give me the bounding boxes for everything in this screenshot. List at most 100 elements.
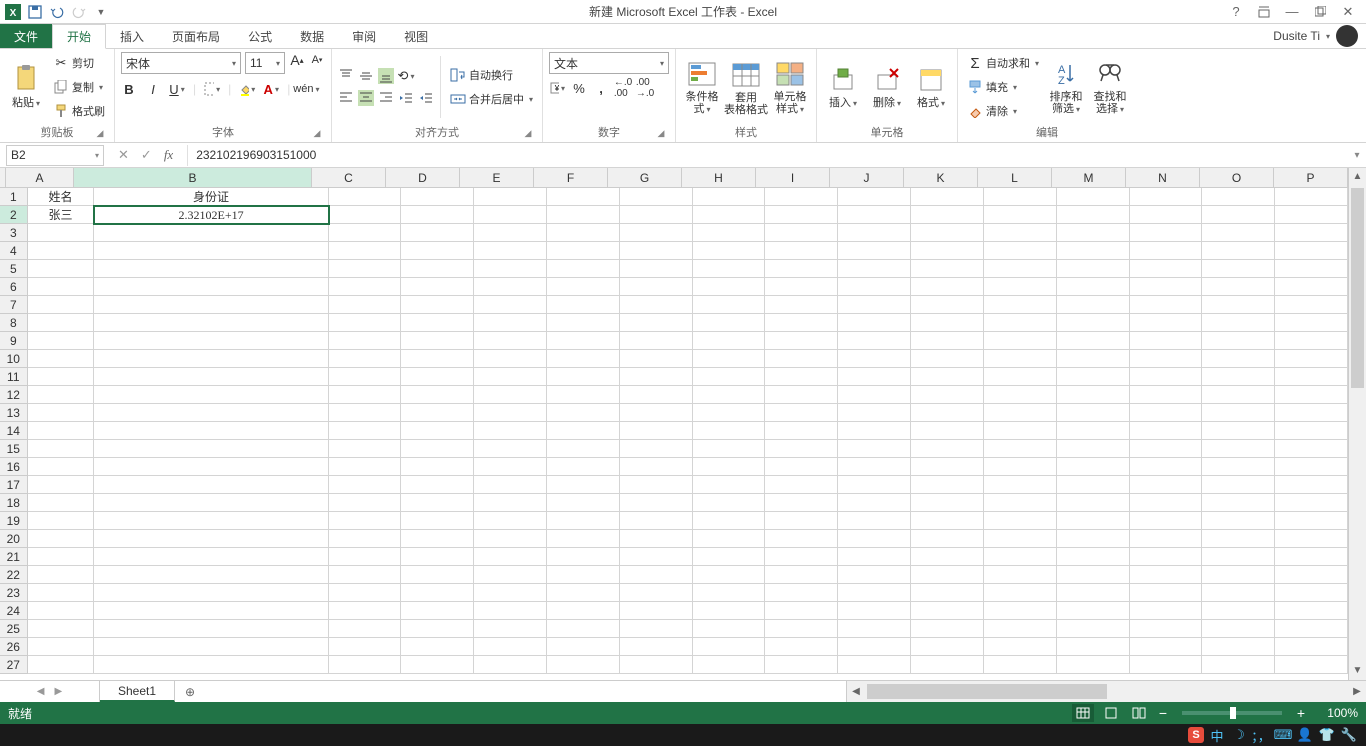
- cell-F16[interactable]: [547, 458, 620, 476]
- cell-C2[interactable]: [329, 206, 402, 224]
- cell-I16[interactable]: [765, 458, 838, 476]
- cell-I11[interactable]: [765, 368, 838, 386]
- cell-B23[interactable]: [94, 584, 328, 602]
- cell-K19[interactable]: [911, 512, 984, 530]
- cell-M14[interactable]: [1057, 422, 1130, 440]
- align-left-icon[interactable]: [338, 90, 354, 106]
- cell-N1[interactable]: [1130, 188, 1203, 206]
- col-header-O[interactable]: O: [1200, 168, 1274, 188]
- cell-M15[interactable]: [1057, 440, 1130, 458]
- row-header-26[interactable]: 26: [0, 638, 28, 656]
- cell-F24[interactable]: [547, 602, 620, 620]
- cell-N21[interactable]: [1130, 548, 1203, 566]
- col-header-A[interactable]: A: [6, 168, 74, 188]
- cell-M6[interactable]: [1057, 278, 1130, 296]
- cell-D18[interactable]: [401, 494, 474, 512]
- cell-B22[interactable]: [94, 566, 328, 584]
- cell-M8[interactable]: [1057, 314, 1130, 332]
- cell-C16[interactable]: [329, 458, 402, 476]
- cell-J11[interactable]: [838, 368, 911, 386]
- cell-E11[interactable]: [474, 368, 547, 386]
- cell-O4[interactable]: [1202, 242, 1275, 260]
- cell-F23[interactable]: [547, 584, 620, 602]
- cell-E23[interactable]: [474, 584, 547, 602]
- cell-H23[interactable]: [693, 584, 766, 602]
- cell-K13[interactable]: [911, 404, 984, 422]
- fill-button[interactable]: 填充▾: [964, 76, 1042, 98]
- cell-C27[interactable]: [329, 656, 402, 674]
- cell-G8[interactable]: [620, 314, 693, 332]
- cell-C26[interactable]: [329, 638, 402, 656]
- cell-G26[interactable]: [620, 638, 693, 656]
- cell-C8[interactable]: [329, 314, 402, 332]
- cell-B21[interactable]: [94, 548, 328, 566]
- cell-H25[interactable]: [693, 620, 766, 638]
- accounting-icon[interactable]: ¥▾: [549, 80, 565, 96]
- cell-A3[interactable]: [28, 224, 95, 242]
- cell-G23[interactable]: [620, 584, 693, 602]
- formula-expand-icon[interactable]: ▾: [1348, 150, 1366, 161]
- cell-O21[interactable]: [1202, 548, 1275, 566]
- percent-icon[interactable]: %: [571, 80, 587, 96]
- cell-L8[interactable]: [984, 314, 1057, 332]
- cell-O15[interactable]: [1202, 440, 1275, 458]
- sheet-next-icon[interactable]: ▶: [55, 686, 63, 697]
- fx-icon[interactable]: fx: [164, 147, 173, 163]
- cell-N20[interactable]: [1130, 530, 1203, 548]
- cell-N13[interactable]: [1130, 404, 1203, 422]
- cell-L15[interactable]: [984, 440, 1057, 458]
- cell-J12[interactable]: [838, 386, 911, 404]
- cell-H18[interactable]: [693, 494, 766, 512]
- formula-input[interactable]: 232102196903151000: [187, 145, 1348, 166]
- tray-moon-icon[interactable]: ☽: [1230, 726, 1248, 744]
- cell-L4[interactable]: [984, 242, 1057, 260]
- cell-A9[interactable]: [28, 332, 95, 350]
- format-table-button[interactable]: 套用 表格格式: [726, 52, 766, 122]
- cell-D11[interactable]: [401, 368, 474, 386]
- cell-D25[interactable]: [401, 620, 474, 638]
- cell-E22[interactable]: [474, 566, 547, 584]
- cell-B3[interactable]: [94, 224, 328, 242]
- cell-K21[interactable]: [911, 548, 984, 566]
- cell-K9[interactable]: [911, 332, 984, 350]
- cell-F22[interactable]: [547, 566, 620, 584]
- close-icon[interactable]: ✕: [1338, 2, 1358, 22]
- row-header-8[interactable]: 8: [0, 314, 28, 332]
- cell-L21[interactable]: [984, 548, 1057, 566]
- tab-view[interactable]: 视图: [390, 24, 442, 48]
- cell-G5[interactable]: [620, 260, 693, 278]
- scroll-up-icon[interactable]: ▲: [1349, 168, 1366, 186]
- cell-P21[interactable]: [1275, 548, 1348, 566]
- cell-I27[interactable]: [765, 656, 838, 674]
- cell-C14[interactable]: [329, 422, 402, 440]
- cell-B8[interactable]: [94, 314, 328, 332]
- col-header-E[interactable]: E: [460, 168, 534, 188]
- cell-L10[interactable]: [984, 350, 1057, 368]
- cell-H26[interactable]: [693, 638, 766, 656]
- cell-D21[interactable]: [401, 548, 474, 566]
- cell-F14[interactable]: [547, 422, 620, 440]
- cell-K18[interactable]: [911, 494, 984, 512]
- cell-D20[interactable]: [401, 530, 474, 548]
- cell-G11[interactable]: [620, 368, 693, 386]
- cell-J20[interactable]: [838, 530, 911, 548]
- cell-I19[interactable]: [765, 512, 838, 530]
- sort-filter-button[interactable]: AZ排序和筛选▾: [1046, 52, 1086, 122]
- cell-K23[interactable]: [911, 584, 984, 602]
- cell-P17[interactable]: [1275, 476, 1348, 494]
- fill-color-icon[interactable]: ▾: [239, 81, 255, 97]
- format-painter-button[interactable]: 格式刷: [50, 100, 108, 122]
- cell-E18[interactable]: [474, 494, 547, 512]
- redo-icon[interactable]: [70, 3, 88, 21]
- cell-E12[interactable]: [474, 386, 547, 404]
- cell-F1[interactable]: [547, 188, 620, 206]
- cell-A6[interactable]: [28, 278, 95, 296]
- row-header-16[interactable]: 16: [0, 458, 28, 476]
- cell-N14[interactable]: [1130, 422, 1203, 440]
- cell-F8[interactable]: [547, 314, 620, 332]
- cell-P25[interactable]: [1275, 620, 1348, 638]
- cell-G18[interactable]: [620, 494, 693, 512]
- cell-G9[interactable]: [620, 332, 693, 350]
- cell-J3[interactable]: [838, 224, 911, 242]
- cell-L27[interactable]: [984, 656, 1057, 674]
